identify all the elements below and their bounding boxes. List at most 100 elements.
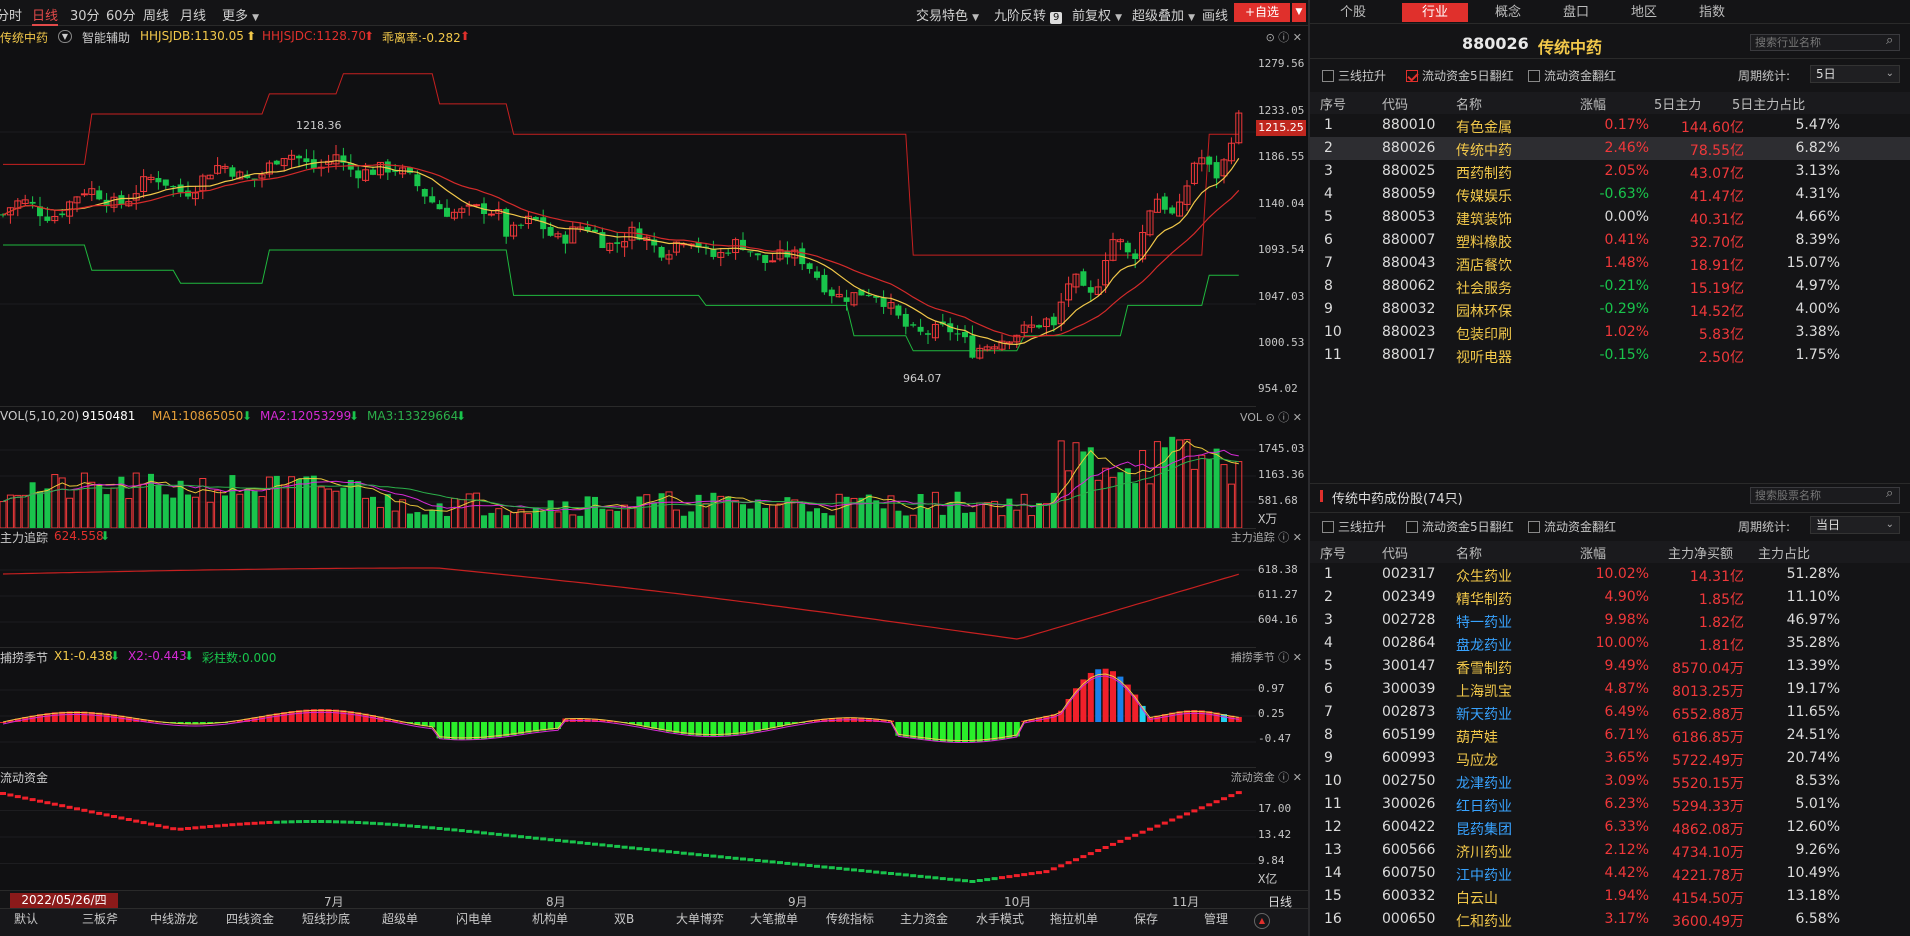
- tab-indicator[interactable]: 大单博弈: [676, 910, 724, 927]
- table-row[interactable]: 5 880053 建筑装饰 0.00% 40.31亿 4.66%: [1310, 206, 1910, 229]
- table-row[interactable]: 4 880059 传媒娱乐 -0.63% 41.47亿 4.31%: [1310, 183, 1910, 206]
- settings-icon[interactable]: ⊙: [1266, 411, 1275, 424]
- table-row[interactable]: 8 605199 葫芦娃 6.71% 6186.85万 24.51%: [1310, 724, 1910, 747]
- checkbox[interactable]: [1322, 70, 1334, 82]
- close-icon[interactable]: ✕: [1293, 651, 1302, 664]
- close-icon[interactable]: ✕: [1293, 411, 1302, 424]
- volume-chart[interactable]: [0, 424, 1256, 528]
- tab-region[interactable]: 地区: [1616, 3, 1672, 22]
- tab-60min[interactable]: 60分: [106, 5, 136, 24]
- checkbox[interactable]: [1528, 70, 1540, 82]
- tab-indicator[interactable]: 主力资金: [900, 910, 948, 927]
- help-icon[interactable]: ⓘ: [1278, 771, 1289, 784]
- table-row[interactable]: 6 880007 塑料橡胶 0.41% 32.70亿 8.39%: [1310, 229, 1910, 252]
- filter-flow-red[interactable]: 流动资金翻红: [1528, 67, 1616, 84]
- assist-dropdown-icon[interactable]: ▼: [58, 30, 72, 43]
- help-icon[interactable]: ⓘ: [1278, 31, 1289, 44]
- trade-feature-menu[interactable]: 交易特色 ▼: [916, 5, 979, 24]
- filter-three-line[interactable]: 三线拉升: [1322, 67, 1386, 84]
- kline-chart[interactable]: [0, 46, 1256, 390]
- settings-icon[interactable]: ⊙: [1266, 31, 1275, 44]
- tab-indicator[interactable]: 超级单: [382, 910, 418, 927]
- table-row[interactable]: 1 002317 众生药业 10.02% 14.31亿 51.28%: [1310, 563, 1910, 586]
- adjust-menu[interactable]: 前复权 ▼: [1072, 5, 1122, 24]
- tab-index[interactable]: 指数: [1684, 3, 1740, 22]
- tab-monthly[interactable]: 月线: [180, 5, 206, 24]
- help-icon[interactable]: ⓘ: [1278, 531, 1289, 544]
- favorite-dropdown-icon[interactable]: ▼: [1292, 3, 1306, 22]
- table-row[interactable]: 1 880010 有色金属 0.17% 144.60亿 5.47%: [1310, 114, 1910, 137]
- close-icon[interactable]: ✕: [1293, 531, 1302, 544]
- tab-concept[interactable]: 概念: [1480, 3, 1536, 22]
- col-header[interactable]: 名称: [1456, 543, 1482, 562]
- col-header[interactable]: 涨幅: [1580, 94, 1606, 113]
- manage-button[interactable]: 管理: [1204, 910, 1228, 927]
- tab-indicator[interactable]: 三板斧: [82, 910, 118, 927]
- col-header[interactable]: 主力占比: [1758, 543, 1810, 562]
- close-icon[interactable]: ✕: [1293, 31, 1302, 44]
- table-row[interactable]: 7 002873 新天药业 6.49% 6552.88万 11.65%: [1310, 701, 1910, 724]
- nine-reversal-toggle[interactable]: 九阶反转 9: [994, 5, 1063, 24]
- table-row[interactable]: 14 600750 江中药业 4.42% 4221.78万 10.49%: [1310, 862, 1910, 885]
- trace-chart[interactable]: [0, 544, 1256, 648]
- tab-industry[interactable]: 行业: [1402, 3, 1468, 22]
- assist-label[interactable]: 智能辅助: [82, 29, 130, 46]
- table-row[interactable]: 10 880023 包装印刷 1.02% 5.83亿 3.38%: [1310, 321, 1910, 344]
- col-header[interactable]: 序号: [1320, 543, 1346, 562]
- col-header[interactable]: 序号: [1320, 94, 1346, 113]
- flow-chart[interactable]: [0, 784, 1256, 890]
- checkbox[interactable]: [1406, 521, 1418, 533]
- tab-indicator[interactable]: 传统指标: [826, 910, 874, 927]
- table-row[interactable]: 7 880043 酒店餐饮 1.48% 18.91亿 15.07%: [1310, 252, 1910, 275]
- collapse-icon[interactable]: ▲: [1254, 913, 1270, 929]
- draw-line-button[interactable]: 画线: [1202, 5, 1228, 24]
- table-row[interactable]: 10 002750 龙津药业 3.09% 5520.15万 8.53%: [1310, 770, 1910, 793]
- tab-indicator[interactable]: 默认: [14, 910, 38, 927]
- tab-indicator[interactable]: 中线游龙: [150, 910, 198, 927]
- table-row[interactable]: 4 002864 盘龙药业 10.00% 1.81亿 35.28%: [1310, 632, 1910, 655]
- tab-indicator[interactable]: 水手模式: [976, 910, 1024, 927]
- col-header[interactable]: 5日主力: [1654, 94, 1701, 113]
- checkbox[interactable]: [1528, 521, 1540, 533]
- filter-flow-5day[interactable]: 流动资金5日翻红: [1406, 518, 1514, 535]
- col-header[interactable]: 代码: [1382, 94, 1408, 113]
- tab-indicator[interactable]: 闪电单: [456, 910, 492, 927]
- more-menu[interactable]: 更多 ▼: [222, 5, 259, 24]
- table-row[interactable]: 9 880032 园林环保 -0.29% 14.52亿 4.00%: [1310, 298, 1910, 321]
- tab-indicator[interactable]: 短线抄底: [302, 910, 350, 927]
- close-icon[interactable]: ✕: [1293, 771, 1302, 784]
- table-row[interactable]: 8 880062 社会服务 -0.21% 15.19亿 4.97%: [1310, 275, 1910, 298]
- col-header[interactable]: 代码: [1382, 543, 1408, 562]
- period-select[interactable]: 当日 ⌄: [1810, 516, 1900, 534]
- stock-search-input[interactable]: 搜索股票名称: [1750, 487, 1900, 504]
- table-row[interactable]: 3 880025 西药制药 2.05% 43.07亿 3.13%: [1310, 160, 1910, 183]
- tab-indicator[interactable]: 拖拉机单: [1050, 910, 1098, 927]
- overlay-menu[interactable]: 超级叠加 ▼: [1132, 5, 1195, 24]
- checkbox-checked[interactable]: [1406, 70, 1418, 82]
- table-row[interactable]: 12 600422 昆药集团 6.33% 4862.08万 12.60%: [1310, 816, 1910, 839]
- table-row[interactable]: 11 880017 视听电器 -0.15% 2.50亿 1.75%: [1310, 344, 1910, 367]
- tab-stock[interactable]: 个股: [1328, 3, 1378, 22]
- tab-order-book[interactable]: 盘口: [1548, 3, 1604, 22]
- tab-30min[interactable]: 30分: [70, 5, 100, 24]
- tab-weekly[interactable]: 周线: [143, 5, 169, 24]
- filter-flow-red[interactable]: 流动资金翻红: [1528, 518, 1616, 535]
- period-select[interactable]: 5日 ⌄: [1810, 65, 1900, 83]
- season-chart[interactable]: [0, 664, 1256, 768]
- filter-flow-5day[interactable]: 流动资金5日翻红: [1406, 67, 1514, 84]
- tab-indicator[interactable]: 大笔撤单: [750, 910, 798, 927]
- table-row[interactable]: 11 300026 红日药业 6.23% 5294.33万 5.01%: [1310, 793, 1910, 816]
- table-row[interactable]: 15 600332 白云山 1.94% 4154.50万 13.18%: [1310, 885, 1910, 908]
- table-row[interactable]: 2 002349 精华制药 4.90% 1.85亿 11.10%: [1310, 586, 1910, 609]
- search-icon[interactable]: ⌕: [1886, 486, 1893, 501]
- help-icon[interactable]: ⓘ: [1278, 411, 1289, 424]
- table-row[interactable]: 16 000650 仁和药业 3.17% 3600.49万 6.58%: [1310, 908, 1910, 931]
- save-button[interactable]: 保存: [1134, 910, 1158, 927]
- tab-indicator[interactable]: 四线资金: [226, 910, 274, 927]
- col-header[interactable]: 5日主力占比: [1732, 94, 1805, 113]
- help-icon[interactable]: ⓘ: [1278, 651, 1289, 664]
- tab-indicator[interactable]: 机构单: [532, 910, 568, 927]
- table-row[interactable]: 3 002728 特一药业 9.98% 1.82亿 46.97%: [1310, 609, 1910, 632]
- table-row[interactable]: 13 600566 济川药业 2.12% 4734.10万 9.26%: [1310, 839, 1910, 862]
- table-row[interactable]: 5 300147 香雪制药 9.49% 8570.04万 13.39%: [1310, 655, 1910, 678]
